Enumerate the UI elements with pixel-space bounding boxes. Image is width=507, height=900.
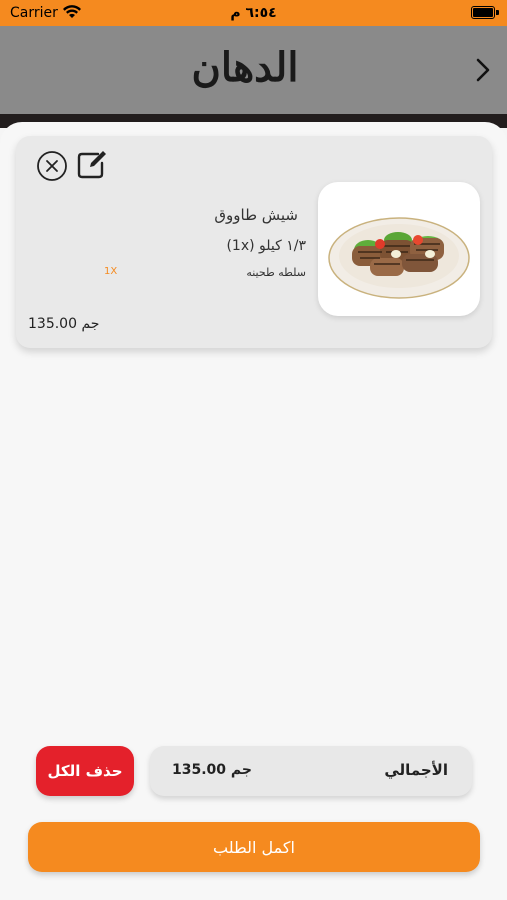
clock: ٦:٥٤ م bbox=[230, 5, 277, 21]
item-size: ١/٣ كيلو (1x) bbox=[226, 238, 306, 254]
cart-item-card: شيش طاووق ١/٣ كيلو (1x) سلطه طحينه 1X 13… bbox=[16, 136, 492, 348]
chevron-right-icon[interactable] bbox=[471, 56, 495, 84]
item-price: 135.00 جم bbox=[28, 316, 100, 332]
nav-bar: الدهان bbox=[0, 26, 507, 114]
total-summary: الأجمالي 135.00 جم bbox=[150, 746, 472, 796]
status-bar: Carrier ٦:٥٤ م bbox=[0, 0, 507, 26]
grilled-chicken-plate bbox=[328, 217, 470, 299]
battery-tip bbox=[496, 10, 499, 15]
battery-icon bbox=[471, 6, 495, 19]
delete-all-button[interactable]: حذف الكل bbox=[36, 746, 134, 796]
addon-name: سلطه طحينه bbox=[246, 266, 306, 279]
edit-icon[interactable] bbox=[76, 148, 108, 180]
total-label: الأجمالي bbox=[384, 761, 448, 779]
item-image bbox=[318, 182, 480, 316]
addon-quantity: 1X bbox=[104, 266, 118, 277]
total-value: 135.00 جم bbox=[172, 762, 252, 778]
close-icon[interactable] bbox=[36, 150, 68, 182]
item-name: شيش طاووق bbox=[214, 206, 298, 224]
brand-logo: الدهان bbox=[191, 44, 300, 91]
checkout-button[interactable]: اكمل الطلب bbox=[28, 822, 480, 872]
